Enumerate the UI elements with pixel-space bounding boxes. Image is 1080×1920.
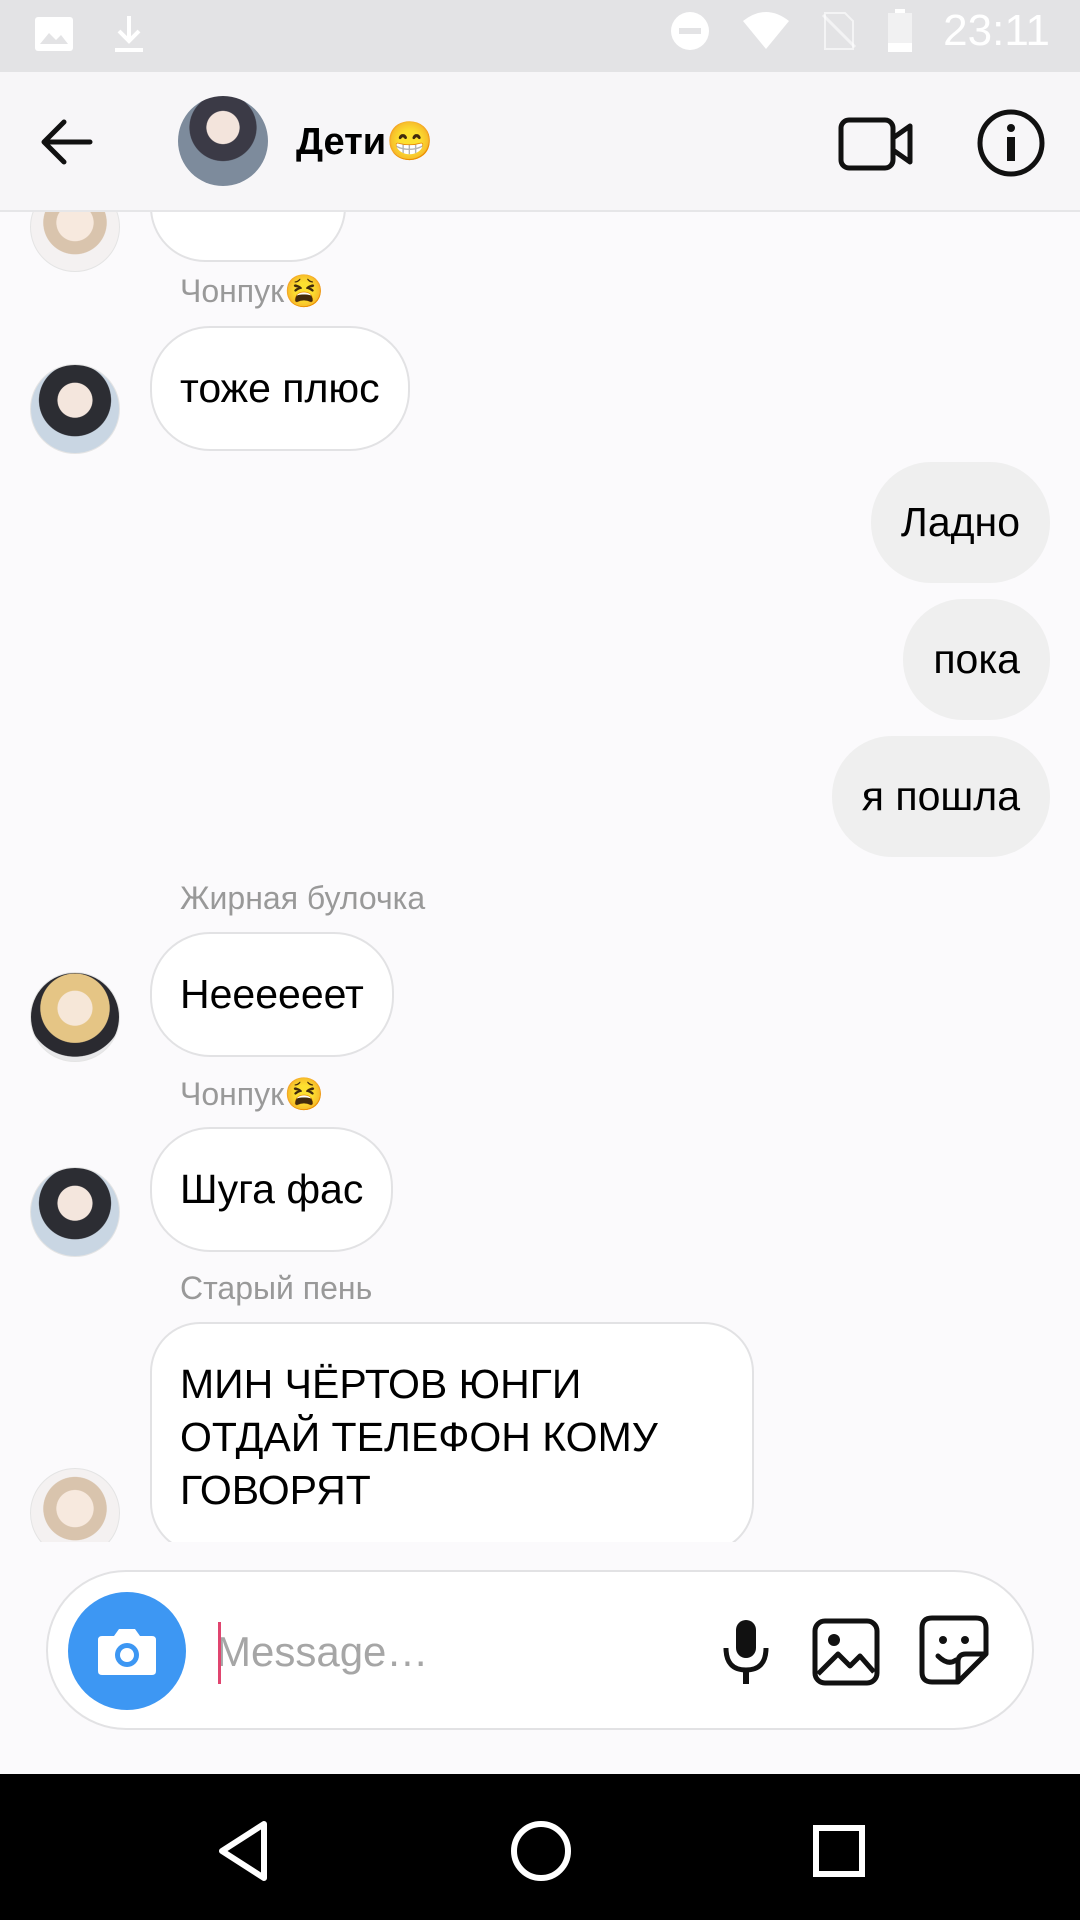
avatar[interactable] [30,364,120,454]
nav-back-icon[interactable] [208,1816,278,1886]
nav-recents-icon[interactable] [804,1816,874,1886]
avatar[interactable] [30,1468,120,1542]
image-icon[interactable] [810,1616,882,1688]
message-bubble[interactable]: МИН ЧЁРТОВ ЮНГИ ОТДАЙ ТЕЛЕФОН КОМУ ГОВОР… [150,1322,754,1542]
message-bubble[interactable]: тоже плюс [150,326,410,451]
message-composer [46,1570,1034,1730]
status-time: 23:11 [943,6,1050,55]
chat-title[interactable]: Дети😁 [296,120,433,164]
download-notification-icon [115,16,143,52]
camera-button[interactable] [68,1592,186,1710]
message-bubble-clipped[interactable] [150,212,346,262]
system-navigation-bar [0,1774,1080,1920]
info-icon[interactable] [976,108,1046,178]
gallery-notification-icon [35,17,73,51]
sender-name: Чонпук😫 [180,1076,324,1112]
group-avatar[interactable] [178,96,268,186]
video-camera-icon[interactable] [838,114,914,174]
back-arrow-icon[interactable] [36,112,96,172]
message-input[interactable] [216,1614,736,1690]
message-bubble[interactable]: Шуга фас [150,1127,394,1252]
text-cursor [218,1622,221,1684]
nav-home-icon[interactable] [506,1816,576,1886]
camera-icon [98,1629,156,1675]
message-bubble-outgoing[interactable]: я пошла [831,736,1050,857]
avatar[interactable] [30,212,120,272]
instagram-direct-screen: 23:11 Дети😁 Чонпук😫 тоже плюс Ладно пока… [0,0,1080,1920]
message-list: Чонпук😫 тоже плюс Ладно пока я пошла Жир… [0,212,1080,1542]
chat-header: Дети😁 [0,72,1080,212]
sender-name: Старый пень [180,1270,373,1306]
sender-emoji: 😫 [284,1076,324,1112]
wifi-icon [743,12,790,49]
sender-emoji: 😫 [284,273,324,309]
microphone-icon[interactable] [708,1614,784,1690]
avatar[interactable] [30,972,120,1062]
do-not-disturb-icon [671,12,710,50]
no-sim-icon [822,12,857,50]
status-bar: 23:11 [0,0,1080,72]
message-bubble[interactable]: Неееееет [150,932,394,1057]
battery-icon [888,9,913,52]
sender-name: Жирная булочка [180,880,426,916]
avatar[interactable] [30,1167,120,1257]
message-bubble-outgoing[interactable]: Ладно [870,462,1050,583]
title-emoji: 😁 [386,121,434,163]
sender-name: Чонпук😫 [180,273,324,309]
sticker-icon[interactable] [916,1612,992,1688]
message-bubble-outgoing[interactable]: пока [903,599,1050,720]
